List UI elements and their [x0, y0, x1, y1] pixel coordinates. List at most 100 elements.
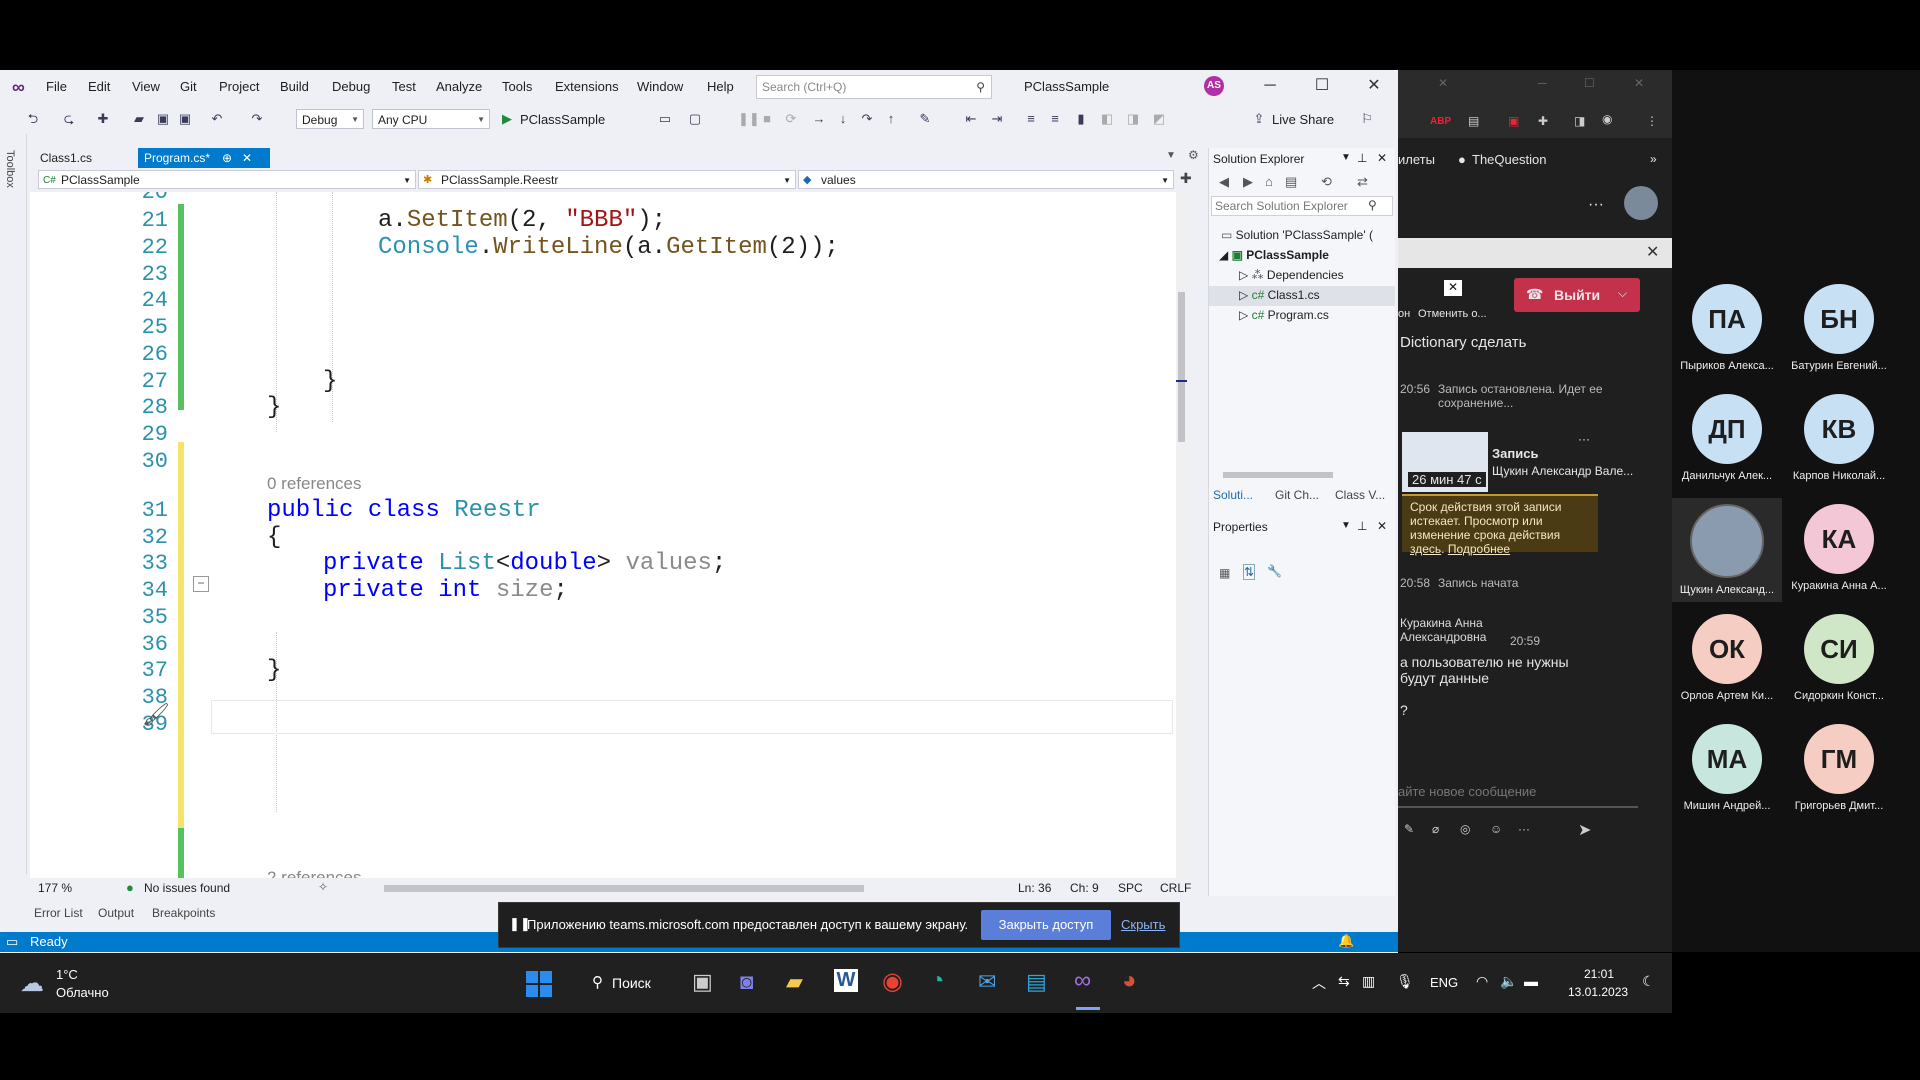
browser-minimize-icon[interactable]: ─ — [1538, 76, 1547, 90]
menu-edit[interactable]: Edit — [88, 79, 110, 94]
solution-search-input[interactable]: Search Solution Explorer ⚲ — [1211, 196, 1393, 216]
extension2-icon[interactable]: ▣ — [1508, 114, 1519, 128]
clock-time[interactable]: 21:01 — [1584, 967, 1614, 981]
project-dropdown[interactable]: C# PClassSample ▼ — [38, 170, 416, 189]
menu-help[interactable]: Help — [707, 79, 734, 94]
menu-file[interactable]: File — [46, 79, 67, 94]
stop-icon[interactable]: ■ — [760, 112, 774, 126]
leave-options-icon[interactable]: ⌵ — [1618, 286, 1627, 301]
participant-tile[interactable]: ДП Данильчук Алек... — [1672, 394, 1782, 482]
participant-tile[interactable]: ОК Орлов Артем Ки... — [1672, 614, 1782, 702]
tab-close-icon[interactable]: ✕ — [242, 148, 252, 168]
battery-icon[interactable]: ▬ — [1524, 973, 1538, 989]
recording-title[interactable]: Запись — [1492, 446, 1538, 461]
step-into-icon[interactable]: ↓ — [836, 112, 850, 126]
panel-menu-icon[interactable]: ▼ — [1341, 152, 1351, 163]
bookmark-icon[interactable]: ▮ — [1074, 112, 1088, 126]
more-options-icon[interactable]: ··· — [1588, 196, 1604, 214]
categorized-icon[interactable]: ▦ — [1219, 566, 1230, 580]
forward-icon[interactable]: ⮎ — [62, 112, 76, 126]
participant-tile[interactable]: БН Батурин Евгений... — [1784, 284, 1894, 372]
participant-tile[interactable]: ПА Пыриков Алекса... — [1672, 284, 1782, 372]
align-left-icon[interactable]: ≡ — [1024, 112, 1038, 126]
taskbar-search-icon[interactable]: ⚲ — [592, 973, 603, 991]
scroll-thumb[interactable] — [1178, 292, 1185, 442]
tree-dependencies[interactable]: ▷ ⁂ Dependencies — [1239, 268, 1344, 282]
recording-more-icon[interactable]: ··· — [1578, 432, 1590, 446]
menu-tools[interactable]: Tools — [502, 79, 532, 94]
menu-extensions[interactable]: Extensions — [555, 79, 619, 94]
volume-icon[interactable]: 🔈 — [1500, 973, 1517, 990]
search-input[interactable]: Search (Ctrl+Q) ⚲ — [756, 75, 992, 99]
menu-debug[interactable]: Debug — [332, 79, 370, 94]
screenshot-icon[interactable]: ▢ — [688, 112, 702, 126]
step-over-icon[interactable]: ↷ — [860, 112, 874, 126]
menu-analyze[interactable]: Analyze — [436, 79, 482, 94]
tree-program[interactable]: ▷ c# Program.cs — [1239, 308, 1329, 322]
codelens-references[interactable]: 0 references — [267, 474, 362, 494]
sync-icon[interactable]: ⇄ — [1357, 174, 1368, 190]
menu-test[interactable]: Test — [392, 79, 416, 94]
user-avatar[interactable]: AS — [1204, 76, 1224, 96]
sidepanel-icon[interactable]: ◨ — [1574, 114, 1585, 128]
live-share-icon[interactable]: ⇪ — [1252, 112, 1266, 126]
tab-class-view[interactable]: Class V... — [1335, 488, 1385, 502]
tab-git-changes[interactable]: Git Ch... — [1275, 488, 1319, 502]
notepad-icon[interactable]: ▤ — [1026, 969, 1047, 995]
notification-center-icon[interactable]: ☾ — [1642, 973, 1655, 990]
notice-link-more[interactable]: Подробнее — [1448, 542, 1510, 556]
pin-icon[interactable]: ⊥ — [1357, 151, 1367, 165]
issues-status[interactable]: No issues found — [144, 881, 230, 895]
send-icon[interactable]: ➤ — [1578, 820, 1591, 840]
pin-icon[interactable]: ⊥ — [1357, 519, 1367, 533]
language-indicator[interactable]: ENG — [1430, 975, 1458, 990]
microphone-icon[interactable]: 🎙 — [1396, 973, 1414, 990]
bookmark-item[interactable]: TheQuestion — [1472, 152, 1546, 167]
user-avatar[interactable] — [1624, 186, 1658, 220]
alphabetical-icon[interactable]: ⇅ — [1243, 564, 1256, 580]
forward-icon[interactable]: ▶ — [1243, 174, 1253, 190]
bookmark-item[interactable]: илеты — [1398, 152, 1435, 167]
menu-git[interactable]: Git — [180, 79, 197, 94]
word-icon[interactable]: W — [834, 969, 858, 992]
extension-icon[interactable]: ▤ — [1468, 114, 1479, 128]
close-icon[interactable]: ✕ — [1361, 74, 1387, 98]
config-dropdown[interactable]: Debug ▼ — [296, 109, 364, 129]
code-editor[interactable]: − 20 21 22 23 24 25 26 27 28 29 30 31 32… — [30, 192, 1187, 882]
align-right-icon[interactable]: ≡ — [1048, 112, 1062, 126]
redo-icon[interactable]: ↷ — [250, 112, 264, 126]
edge-icon[interactable]: ◔ — [930, 967, 945, 995]
mail-icon[interactable]: ✉ — [978, 969, 996, 995]
clear-bookmarks-icon[interactable]: ◩ — [1152, 112, 1166, 126]
participant-tile-active[interactable]: Щукин Александ... — [1672, 498, 1782, 602]
vs-logo-icon[interactable]: ∞ — [12, 77, 32, 97]
pin-icon[interactable]: ⊕ — [222, 148, 232, 168]
history-icon[interactable]: ⟲ — [1321, 174, 1332, 190]
tab-output[interactable]: Output — [98, 906, 134, 920]
participant-tile[interactable]: КВ Карпов Николай... — [1784, 394, 1894, 482]
restart-icon[interactable]: ⟳ — [784, 112, 798, 126]
panel-menu-icon[interactable]: ▼ — [1341, 520, 1351, 531]
powerpoint-icon[interactable]: ◕ — [1122, 967, 1137, 995]
indent-icon[interactable]: ⇤ — [964, 112, 978, 126]
open-folder-icon[interactable]: ▰ — [132, 112, 146, 126]
live-share-button[interactable]: Live Share — [1272, 112, 1334, 127]
start-icon[interactable] — [526, 971, 552, 997]
run-icon[interactable]: ▶ — [500, 112, 514, 126]
network-activity-icon[interactable]: ⇆ — [1338, 973, 1350, 990]
tab-breakpoints[interactable]: Breakpoints — [152, 906, 215, 920]
home-icon[interactable]: ⌂ — [1265, 174, 1273, 189]
chart-icon[interactable]: ▥ — [1362, 973, 1375, 990]
tab-solution[interactable]: Soluti... — [1213, 488, 1253, 502]
stop-sharing-button[interactable]: Закрыть доступ — [981, 910, 1111, 940]
run-target-label[interactable]: PClassSample — [520, 112, 605, 127]
participant-tile[interactable]: КА Куракина Анна А... — [1784, 504, 1894, 592]
maximize-icon[interactable]: ☐ — [1309, 74, 1335, 98]
participant-tile[interactable]: СИ Сидоркин Конст... — [1784, 614, 1894, 702]
quick-actions-icon[interactable]: 🖌 — [142, 702, 170, 728]
panel-close-icon[interactable]: ✕ — [1377, 519, 1387, 533]
line-ending[interactable]: CRLF — [1160, 881, 1191, 895]
weather-icon[interactable]: ☁ — [20, 969, 44, 998]
cleanup-icon[interactable]: ✧ — [318, 880, 328, 894]
cancel-label[interactable]: Отменить о... — [1418, 308, 1487, 320]
